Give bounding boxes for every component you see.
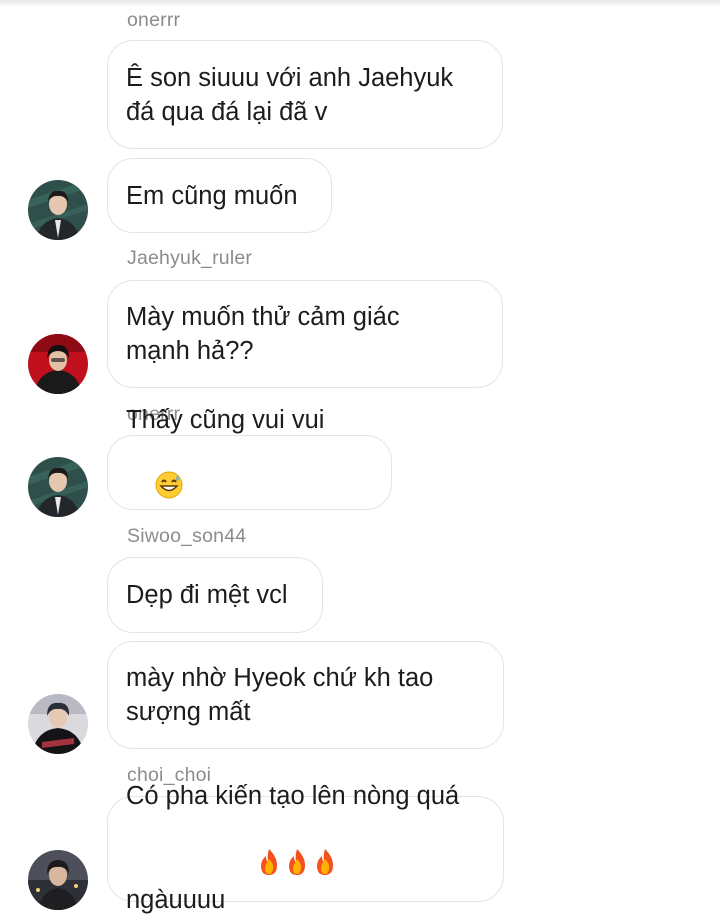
message-bubble[interactable]: Thấy cũng vui vui xyxy=(107,406,392,510)
message-text: Em cũng muốn xyxy=(126,181,298,210)
sender-name: Siwoo_son44 xyxy=(127,525,247,547)
avatar-onerrr-icon[interactable] xyxy=(28,180,88,240)
sender-name: onerrr xyxy=(127,9,181,31)
message-text: mày nhờ Hyeok chứ kh tao sượng mất xyxy=(126,664,434,726)
fire-emoji-icon xyxy=(226,813,338,920)
message-text: Ê son siuuu với anh Jaehyuk đá qua đá lạ… xyxy=(126,63,454,126)
avatar-jaehyuk-icon[interactable] xyxy=(28,334,88,394)
message-bubble[interactable]: Dẹp đi mệt vcl xyxy=(107,557,323,633)
message-bubble[interactable]: mày nhờ Hyeok chứ kh tao sượng mất xyxy=(107,641,504,749)
avatar-choi-icon[interactable] xyxy=(28,850,88,910)
message-bubble[interactable]: Ê son siuuu với anh Jaehyuk đá qua đá lạ… xyxy=(107,40,503,149)
message-text: Thấy cũng vui vui xyxy=(126,403,373,542)
message-text: Dẹp đi mệt vcl xyxy=(126,581,288,609)
top-divider xyxy=(0,0,720,7)
message-bubble[interactable]: Mày muốn thử cảm giác mạnh hả?? xyxy=(107,280,503,388)
message-text: Có pha kiến tạo lên nòng quá ngàuuuu xyxy=(126,779,459,920)
message-text: Mày muốn thử cảm giác mạnh hả?? xyxy=(126,303,400,365)
message-bubble[interactable]: Có pha kiến tạo lên nòng quá ngàuuuu xyxy=(107,782,504,914)
sender-name: Jaehyuk_ruler xyxy=(127,247,253,269)
avatar-siwoo-icon[interactable] xyxy=(28,694,88,754)
message-bubble[interactable]: Em cũng muốn xyxy=(107,158,332,233)
avatar-onerrr-icon[interactable] xyxy=(28,457,88,517)
